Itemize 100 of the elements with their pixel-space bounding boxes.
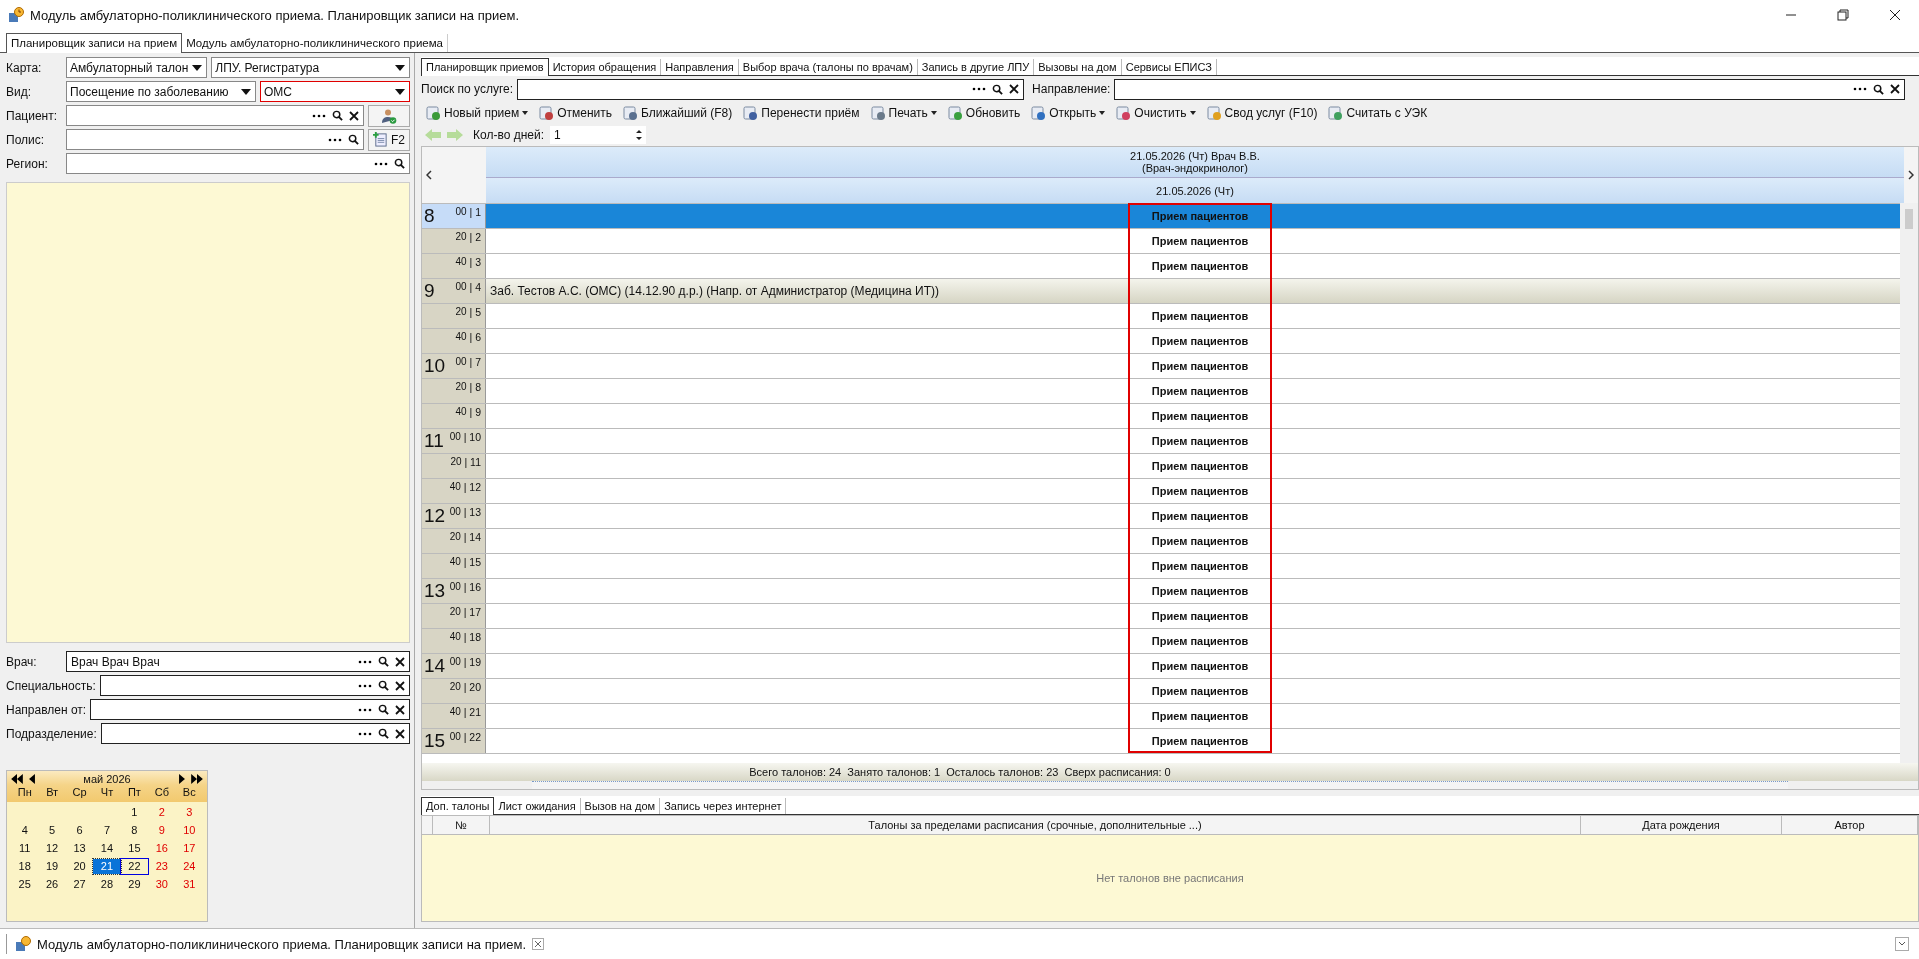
- calendar-day[interactable]: 14: [93, 841, 121, 856]
- lookup-field[interactable]: [66, 153, 410, 174]
- clear-icon[interactable]: [395, 656, 405, 667]
- more-icon[interactable]: [358, 731, 372, 736]
- service-search-field[interactable]: [517, 78, 1025, 100]
- calendar-day[interactable]: 5: [38, 823, 66, 838]
- time-slot-row[interactable]: 14 $^{00}$ | 19 Прием пациентов: [422, 653, 1900, 678]
- more-icon[interactable]: [374, 161, 388, 166]
- patient-check-button[interactable]: [368, 104, 410, 127]
- search-icon[interactable]: [378, 704, 389, 715]
- dropdown[interactable]: Амбулаторный талон: [66, 57, 208, 78]
- calendar-day[interactable]: 13: [65, 841, 94, 856]
- lookup-field[interactable]: [66, 105, 364, 126]
- search-icon[interactable]: [348, 134, 359, 145]
- calendar-day[interactable]: 4: [11, 823, 39, 838]
- calendar-day[interactable]: 24: [175, 859, 203, 874]
- toolbar-button[interactable]: Очистить: [1111, 105, 1200, 121]
- calendar-day[interactable]: 30: [148, 877, 176, 892]
- lookup-field[interactable]: [90, 699, 410, 720]
- calendar-day[interactable]: 21: [93, 859, 121, 874]
- time-slot-row[interactable]: 15 $^{00}$ | 22 Прием пациентов: [422, 728, 1900, 753]
- calendar-day[interactable]: 6: [65, 823, 94, 838]
- toolbar-button[interactable]: Отменить: [534, 105, 617, 121]
- more-icon[interactable]: [312, 113, 326, 118]
- toolbar-button[interactable]: Перенести приём: [738, 105, 864, 121]
- tab[interactable]: Планировщик приемов: [421, 58, 549, 76]
- column-header[interactable]: Талоны за пределами расписания (срочные, дополнительные ...): [490, 816, 1581, 834]
- taskbar-tab[interactable]: Модуль амбулаторно-поликлинического приема. Планировщик записи на прием.: [6, 934, 552, 954]
- search-icon[interactable]: [1873, 83, 1884, 95]
- direction-field[interactable]: [1114, 78, 1905, 100]
- calendar-day[interactable]: 19: [38, 859, 66, 874]
- time-slot-row[interactable]: 12 $^{00}$ | 13 Прием пациентов: [422, 503, 1900, 528]
- calendar-day[interactable]: 7: [93, 823, 121, 838]
- search-icon[interactable]: [378, 680, 389, 691]
- calendar-day[interactable]: 28: [93, 877, 121, 892]
- toolbar-button[interactable]: Обновить: [942, 105, 1025, 121]
- calendar-day[interactable]: 2: [148, 805, 176, 820]
- calendar-day[interactable]: 20: [65, 859, 94, 874]
- calendar-day[interactable]: 27: [65, 877, 94, 892]
- calendar-day[interactable]: 18: [11, 859, 39, 874]
- chevron-down-icon[interactable]: [1895, 937, 1909, 951]
- calendar-day[interactable]: 22: [120, 859, 149, 874]
- toolbar-button[interactable]: Новый прием: [421, 105, 533, 121]
- search-icon[interactable]: [992, 83, 1004, 95]
- column-header[interactable]: Дата рождения: [1581, 816, 1782, 834]
- lookup-field[interactable]: [99, 675, 410, 696]
- calendar-day[interactable]: 29: [120, 877, 149, 892]
- calendar-day[interactable]: 9: [148, 823, 176, 838]
- more-icon[interactable]: [358, 683, 372, 688]
- time-slot-row[interactable]: 10 $^{00}$ | 7 Прием пациентов: [422, 353, 1900, 378]
- search-icon[interactable]: [378, 656, 389, 667]
- tab[interactable]: Доп. талоны: [421, 797, 495, 815]
- calendar-day[interactable]: 8: [120, 823, 149, 838]
- column-header[interactable]: Автор: [1782, 816, 1918, 834]
- toolbar-button[interactable]: Печать: [865, 105, 941, 121]
- clear-icon[interactable]: [349, 110, 359, 121]
- calendar-day[interactable]: 25: [11, 877, 39, 892]
- lookup-field[interactable]: Врач Врач Врач: [66, 651, 410, 672]
- previous-day-icon[interactable]: [426, 170, 432, 180]
- previous-month-icon[interactable]: [29, 774, 35, 784]
- next-month-icon[interactable]: [179, 774, 185, 784]
- more-icon[interactable]: [972, 87, 987, 91]
- calendar-day[interactable]: 15: [120, 841, 149, 856]
- dropdown[interactable]: Посещение по заболеванию: [66, 81, 256, 102]
- time-slot-row[interactable]: 11 $^{00}$ | 10 Прием пациентов: [422, 428, 1900, 453]
- calendar-day[interactable]: 16: [148, 841, 176, 856]
- calendar-day[interactable]: 12: [38, 841, 66, 856]
- column-header[interactable]: №: [433, 816, 490, 834]
- next-day-icon[interactable]: [1908, 170, 1914, 180]
- restore-icon[interactable]: [1837, 9, 1849, 21]
- dropdown[interactable]: ЛПУ. Регистратура: [211, 57, 410, 78]
- days-spinner[interactable]: 1: [550, 126, 646, 144]
- splitter[interactable]: [532, 781, 1788, 789]
- calendar-day[interactable]: 10: [175, 823, 203, 838]
- calendar-day[interactable]: 17: [175, 841, 203, 856]
- more-icon[interactable]: [328, 137, 342, 142]
- calendar-day[interactable]: 3: [175, 805, 203, 820]
- toolbar-button[interactable]: Считать с УЭК: [1323, 105, 1432, 121]
- lookup-field[interactable]: [66, 129, 364, 150]
- toolbar-button[interactable]: Открыть: [1026, 105, 1110, 121]
- search-icon[interactable]: [378, 728, 389, 739]
- calendar-day[interactable]: 11: [11, 841, 39, 856]
- time-slot-row[interactable]: 13 $^{00}$ | 16 Прием пациентов: [422, 578, 1900, 603]
- more-icon[interactable]: [358, 659, 372, 664]
- clear-icon[interactable]: [1009, 84, 1020, 94]
- clear-icon[interactable]: [1890, 84, 1900, 94]
- calendar-day[interactable]: 31: [175, 877, 203, 892]
- toolbar-button[interactable]: Ближайший (F8): [618, 105, 737, 121]
- calendar-day[interactable]: 23: [148, 859, 176, 874]
- new-policy-button[interactable]: F2: [368, 128, 410, 151]
- toolbar-button[interactable]: Свод услуг (F10): [1201, 105, 1322, 121]
- calendar-day[interactable]: 26: [38, 877, 66, 892]
- dropdown[interactable]: ОМС: [260, 81, 410, 102]
- more-icon[interactable]: [358, 707, 372, 712]
- search-icon[interactable]: [332, 110, 343, 121]
- clear-icon[interactable]: [395, 728, 405, 739]
- clear-icon[interactable]: [395, 704, 405, 715]
- lookup-field[interactable]: [100, 723, 410, 744]
- search-icon[interactable]: [394, 158, 405, 169]
- close-icon[interactable]: [1889, 9, 1901, 21]
